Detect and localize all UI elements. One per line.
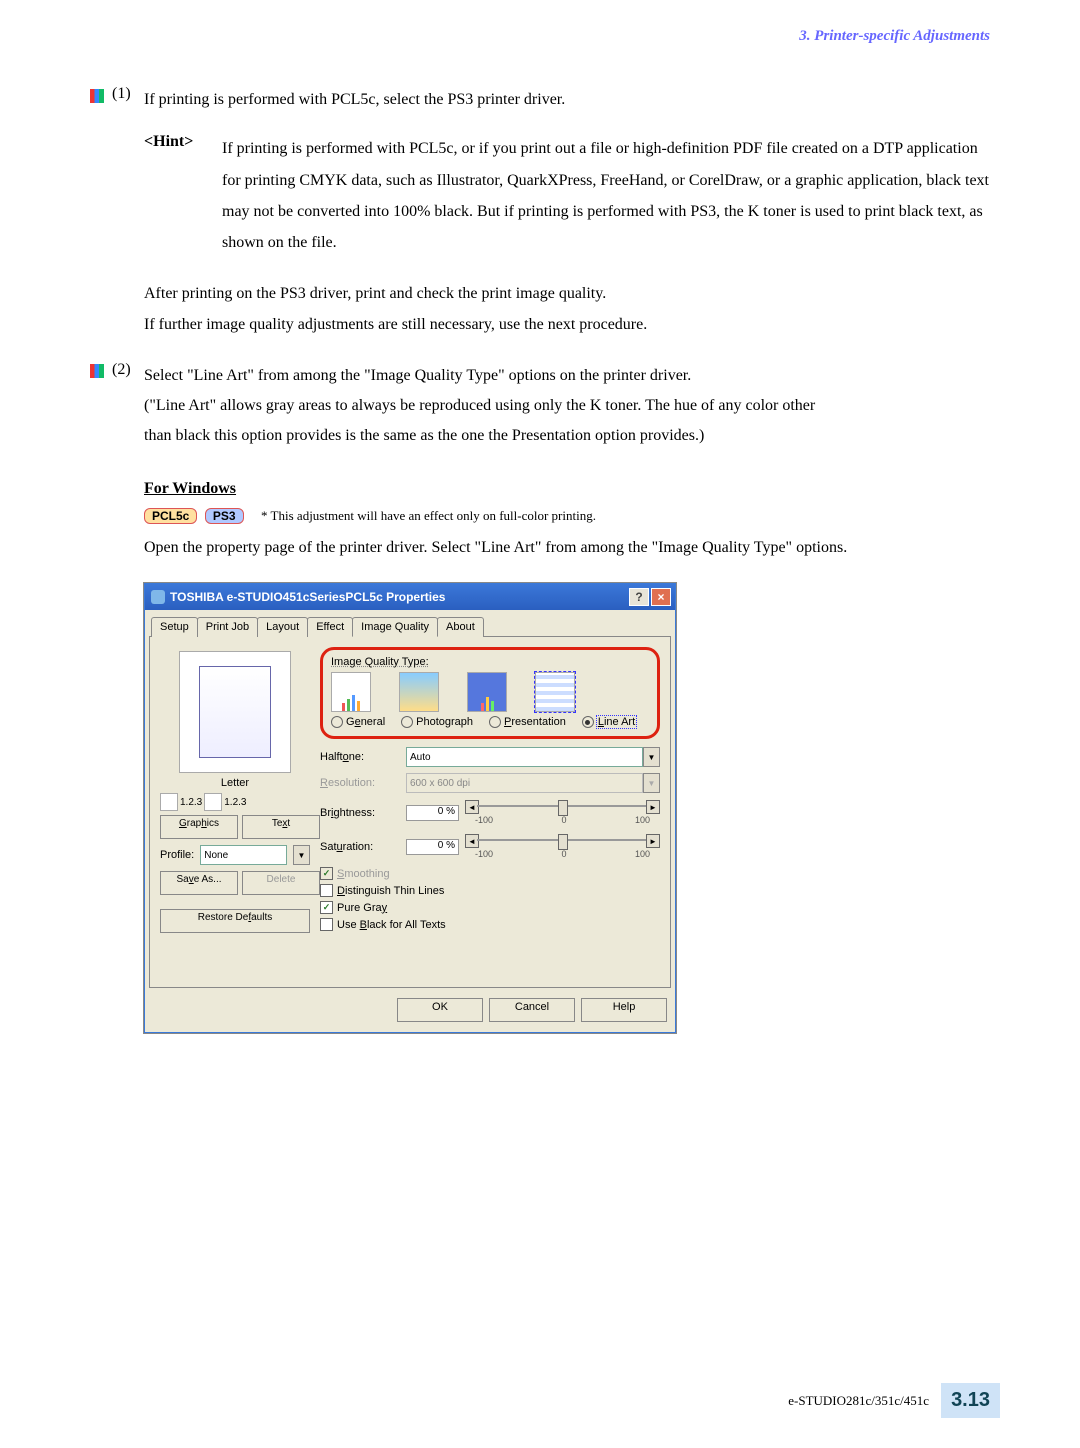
cancel-button[interactable]: Cancel (489, 998, 575, 1022)
after-line-2: If further image quality adjustments are… (144, 309, 1000, 340)
brightness-slider[interactable]: ◄ ► -1000100 (465, 799, 660, 827)
tab-setup[interactable]: Setup (151, 617, 198, 637)
ok-button[interactable]: OK (397, 998, 483, 1022)
title-bar[interactable]: TOSHIBA e-STUDIO451cSeriesPCL5c Properti… (145, 584, 675, 610)
thumb-presentation[interactable] (467, 672, 507, 712)
step-text-1: If printing is performed with PCL5c, sel… (144, 85, 1000, 115)
page-icon (160, 793, 178, 811)
bullet-icon (90, 85, 112, 115)
radio-presentation[interactable]: Presentation (489, 716, 566, 728)
page-scale-2: 1.2.3 (224, 797, 246, 808)
saturation-slider[interactable]: ◄ ► -1000100 (465, 833, 660, 861)
tab-print-job[interactable]: Print Job (197, 617, 258, 637)
profile-label: Profile: (160, 849, 194, 861)
step-text-2: Select "Line Art" from among the "Image … (144, 361, 1000, 452)
page-scale-1: 1.2.3 (180, 797, 202, 808)
step-number-2: (2) (112, 361, 144, 452)
paper-size-label: Letter (160, 777, 310, 789)
properties-dialog: TOSHIBA e-STUDIO451cSeriesPCL5c Properti… (144, 583, 676, 1033)
tab-strip: Setup Print Job Layout Effect Image Qual… (145, 610, 675, 636)
restore-defaults-button[interactable]: Restore Defaults (160, 909, 310, 933)
hint-body: If printing is performed with PCL5c, or … (222, 133, 1000, 258)
delete-button: Delete (242, 871, 320, 895)
pure-gray-checkbox[interactable]: ✓Pure Gray (320, 901, 660, 914)
page-number: 3.13 (941, 1383, 1000, 1418)
model-label: e-STUDIO281c/351c/451c (788, 1393, 929, 1409)
bullet-icon (90, 361, 112, 452)
arrow-left-icon[interactable]: ◄ (465, 800, 479, 814)
highlight-box: Image Quality Type: General Photograph P… (320, 647, 660, 739)
page-icon (204, 793, 222, 811)
text-button[interactable]: Text (242, 815, 320, 839)
help-button[interactable]: Help (581, 998, 667, 1022)
radio-line-art[interactable]: Line Art (582, 716, 636, 728)
section-header: 3. Printer-specific Adjustments (90, 28, 1000, 45)
tab-layout[interactable]: Layout (257, 617, 308, 637)
brightness-value: 0 % (406, 805, 459, 821)
resolution-label: Resolution: (320, 777, 400, 789)
arrow-right-icon[interactable]: ► (646, 800, 660, 814)
app-icon (151, 590, 165, 604)
save-as-button[interactable]: Save As... (160, 871, 238, 895)
thumb-photograph[interactable] (399, 672, 439, 712)
after-line-1: After printing on the PS3 driver, print … (144, 278, 1000, 309)
open-property-paragraph: Open the property page of the printer dr… (144, 532, 1000, 563)
thin-lines-checkbox[interactable]: Distinguish Thin Lines (320, 884, 660, 897)
radio-photograph[interactable]: Photograph (401, 716, 473, 728)
thumb-line-art[interactable] (535, 672, 575, 712)
tab-effect[interactable]: Effect (307, 617, 353, 637)
adjustment-note: * This adjustment will have an effect on… (261, 508, 596, 523)
chevron-down-icon[interactable]: ▼ (643, 747, 660, 767)
chevron-down-icon[interactable]: ▼ (293, 845, 310, 865)
tab-about[interactable]: About (437, 617, 484, 637)
halftone-combo[interactable]: Auto (406, 747, 643, 767)
arrow-left-icon[interactable]: ◄ (465, 834, 479, 848)
halftone-label: Halftone: (320, 751, 400, 763)
black-text-checkbox[interactable]: Use Black for All Texts (320, 918, 660, 931)
saturation-value: 0 % (406, 839, 459, 855)
tab-image-quality[interactable]: Image Quality (352, 617, 438, 637)
arrow-right-icon[interactable]: ► (646, 834, 660, 848)
pcl5c-badge: PCL5c (144, 508, 197, 524)
resolution-combo: 600 x 600 dpi (406, 773, 643, 793)
saturation-label: Saturation: (320, 841, 400, 853)
chevron-down-icon: ▼ (643, 773, 660, 793)
page-preview (179, 651, 291, 773)
thumb-general[interactable] (331, 672, 371, 712)
for-windows-heading: For Windows (144, 480, 1000, 498)
graphics-button[interactable]: Graphics (160, 815, 238, 839)
profile-combo[interactable]: None (200, 845, 287, 865)
window-title: TOSHIBA e-STUDIO451cSeriesPCL5c Properti… (170, 590, 445, 604)
help-button[interactable]: ? (629, 588, 649, 606)
brightness-label: Brightness: (320, 807, 400, 819)
close-button[interactable]: × (651, 588, 671, 606)
ps3-badge: PS3 (205, 508, 244, 524)
radio-general[interactable]: General (331, 716, 385, 728)
image-quality-type-label: Image Quality Type: (331, 656, 649, 668)
step-number-1: (1) (112, 85, 144, 115)
smoothing-checkbox: ✓Smoothing (320, 867, 660, 880)
hint-label: <Hint> (144, 133, 222, 258)
